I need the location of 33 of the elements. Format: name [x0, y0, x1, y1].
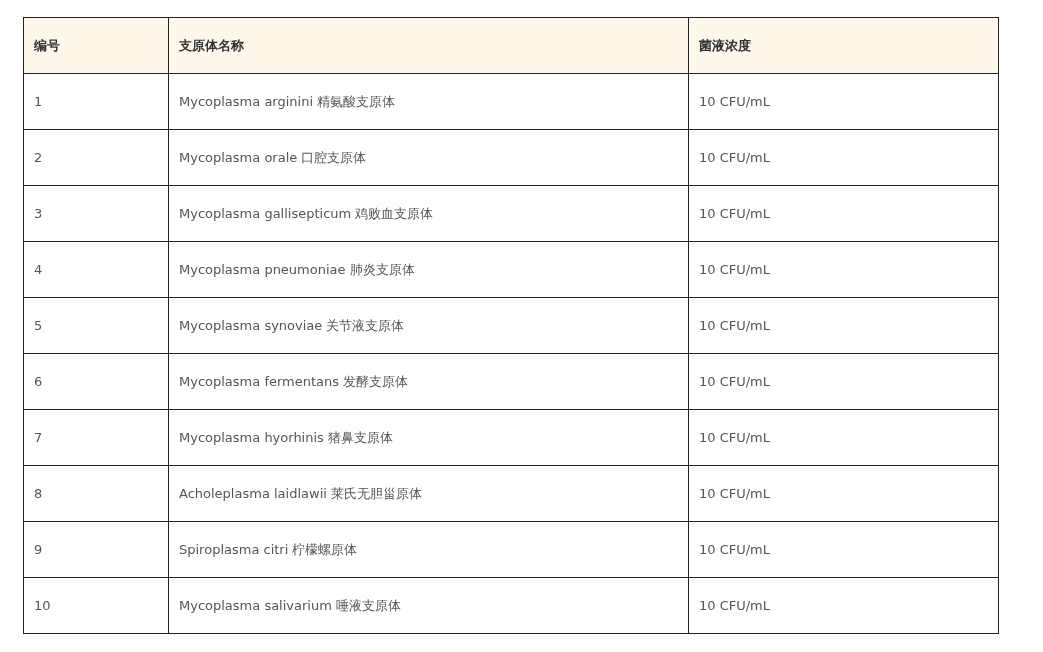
- column-header: 编号: [23, 17, 169, 74]
- table-cell: Mycoplasma fermentans 发酵支原体: [168, 353, 689, 410]
- table-cell: Mycoplasma synoviae 关节液支原体: [168, 297, 689, 354]
- table-cell: 10 CFU/mL: [688, 577, 999, 634]
- table-cell: 10 CFU/mL: [688, 297, 999, 354]
- table-cell: Mycoplasma orale 口腔支原体: [168, 129, 689, 186]
- column-header: 支原体名称: [168, 17, 689, 74]
- table-cell: 10 CFU/mL: [688, 73, 999, 130]
- table-cell: Mycoplasma arginini 精氨酸支原体: [168, 73, 689, 130]
- table-cell: 10 CFU/mL: [688, 185, 999, 242]
- table-cell: Spiroplasma citri 柠檬螺原体: [168, 521, 689, 578]
- table-cell: Mycoplasma gallisepticum 鸡败血支原体: [168, 185, 689, 242]
- table-cell: 10 CFU/mL: [688, 409, 999, 466]
- table-cell: 1: [23, 73, 169, 130]
- table-cell: 10 CFU/mL: [688, 353, 999, 410]
- column-header: 菌液浓度: [688, 17, 999, 74]
- table-cell: Mycoplasma salivarium 唾液支原体: [168, 577, 689, 634]
- table-cell: 2: [23, 129, 169, 186]
- table-cell: 9: [23, 521, 169, 578]
- table-cell: Acholeplasma laidlawii 莱氏无胆甾原体: [168, 465, 689, 522]
- table-cell: 10: [23, 577, 169, 634]
- table-cell: 7: [23, 409, 169, 466]
- table-cell: 10 CFU/mL: [688, 129, 999, 186]
- table-cell: 10 CFU/mL: [688, 241, 999, 298]
- table-cell: 10 CFU/mL: [688, 465, 999, 522]
- table-cell: 4: [23, 241, 169, 298]
- table-cell: Mycoplasma pneumoniae 肺炎支原体: [168, 241, 689, 298]
- table-cell: 3: [23, 185, 169, 242]
- table-cell: 10 CFU/mL: [688, 521, 999, 578]
- table-cell: 8: [23, 465, 169, 522]
- table-cell: Mycoplasma hyorhinis 猪鼻支原体: [168, 409, 689, 466]
- table-cell: 5: [23, 297, 169, 354]
- table-cell: 6: [23, 353, 169, 410]
